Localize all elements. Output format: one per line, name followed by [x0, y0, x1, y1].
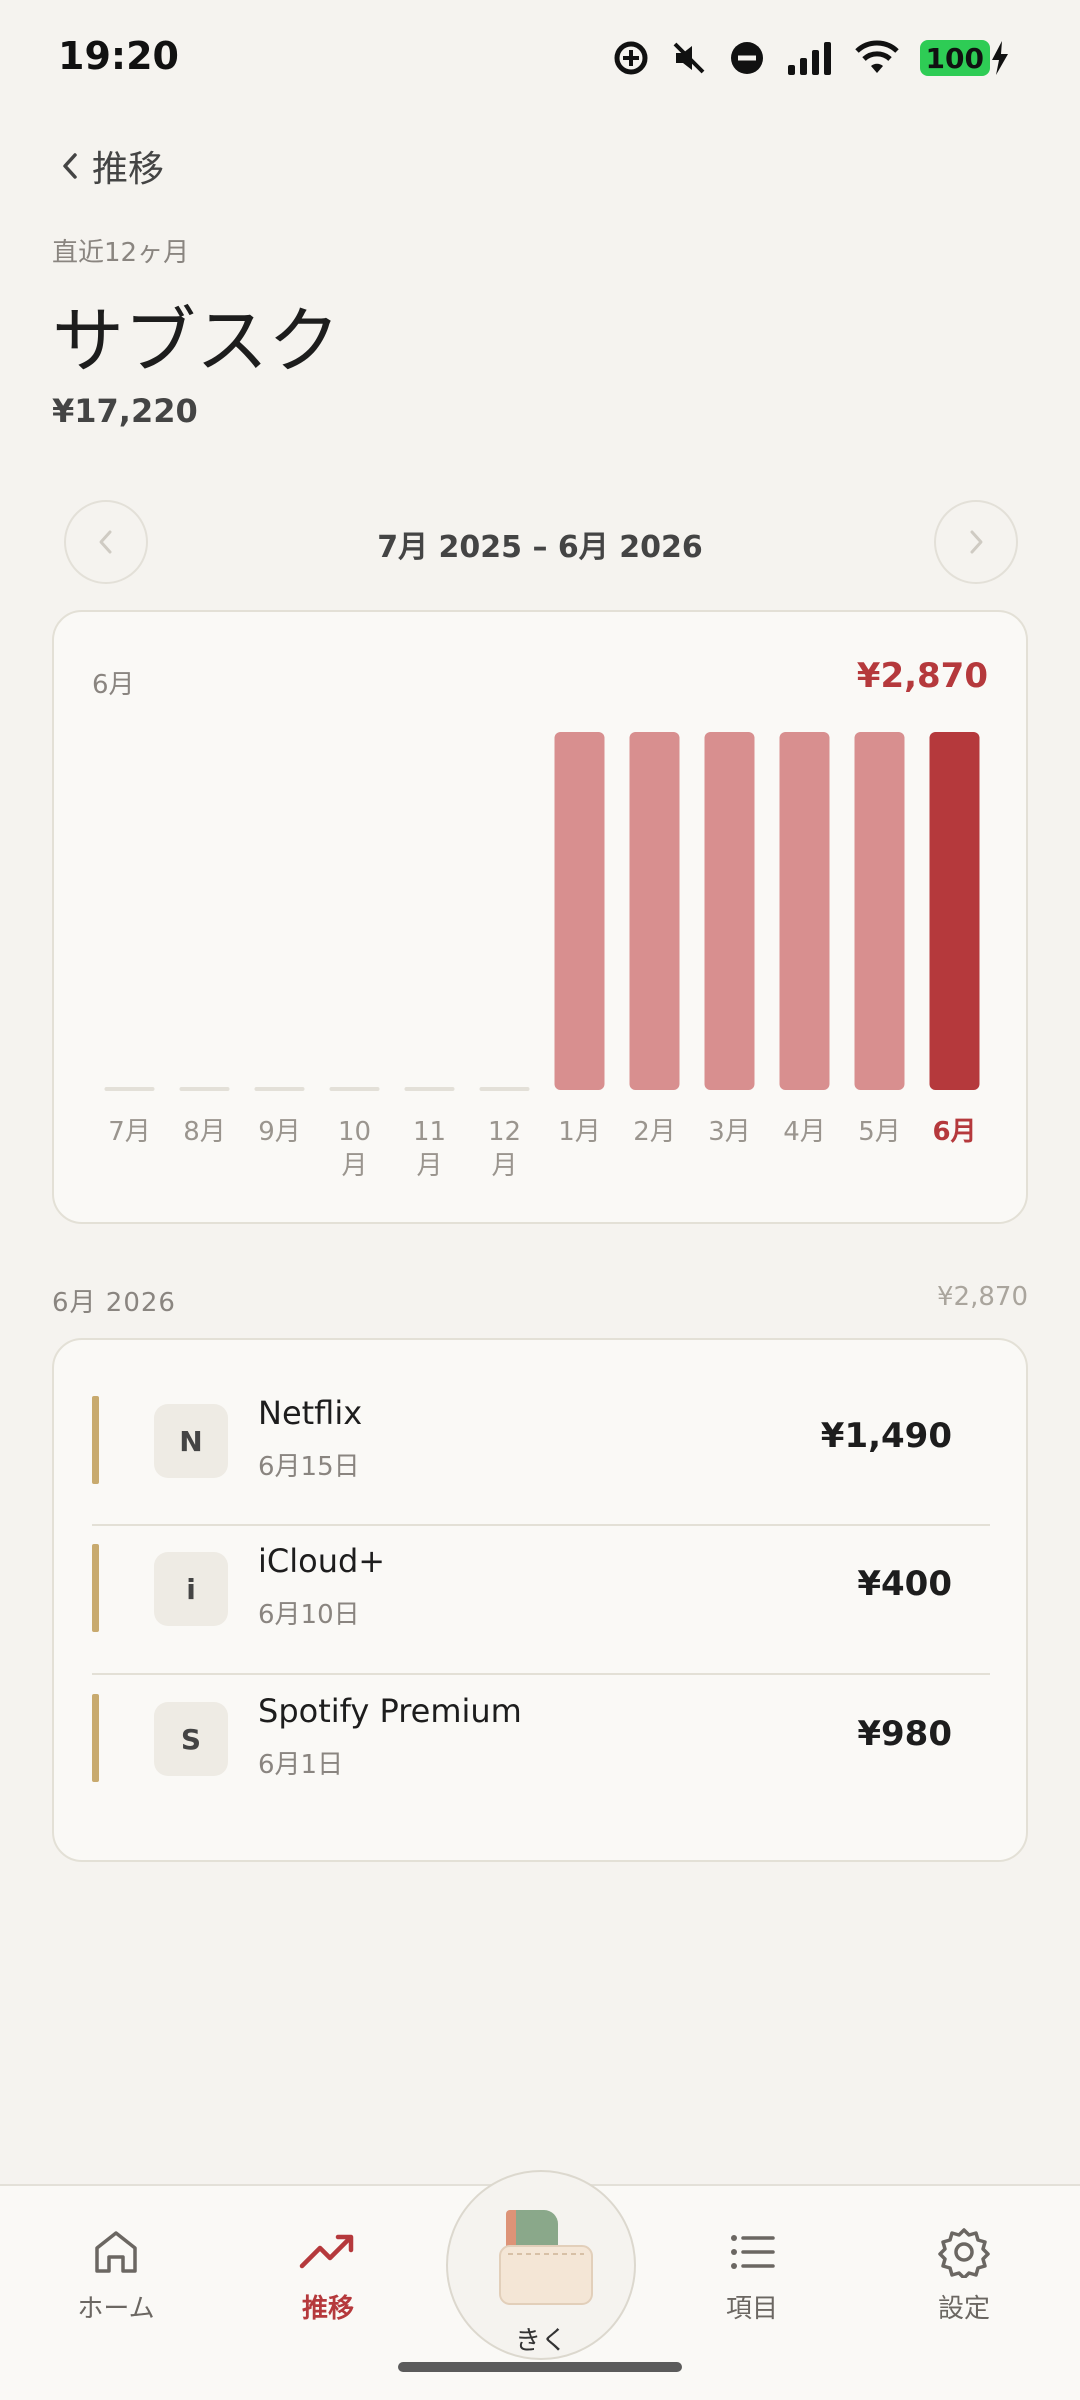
status-icons: 100 [612, 36, 1010, 80]
monthly-bar-chart: 7月 8月 9月 10 月 11 月 12 月 1月 2月 3月 4月 5月 6月 [104, 732, 980, 1181]
tab-home[interactable]: ホーム [36, 2226, 196, 2325]
chart-bar[interactable] [704, 732, 755, 1090]
back-label: 推移 [92, 149, 165, 190]
center-action-button[interactable]: きく [446, 2170, 636, 2360]
item-accent-bar [92, 1694, 99, 1782]
back-button[interactable]: 推移 [58, 140, 164, 192]
item-accent-bar [92, 1544, 99, 1632]
chart-bar[interactable] [479, 1087, 530, 1091]
chart-bar[interactable] [404, 1087, 455, 1091]
gear-icon [938, 2228, 990, 2278]
item-date: 6月10日 [258, 1600, 360, 1630]
page-title: サブスク [52, 299, 341, 383]
item-name: Netflix [258, 1394, 363, 1432]
chart-bar[interactable] [854, 732, 905, 1090]
mute-icon [673, 42, 704, 74]
item-name: iCloud+ [258, 1542, 386, 1580]
chevron-left-icon [63, 153, 77, 179]
chart-bar[interactable] [179, 1087, 230, 1091]
tab-settings-label: 設定 [937, 2294, 990, 2324]
chart-tick-label: 11 月 [413, 1117, 446, 1181]
chart-tick-label: 3月 [708, 1117, 751, 1147]
section-total: ¥2,870 [937, 1282, 1028, 1312]
tab-home-label: ホーム [77, 2294, 155, 2324]
item-date: 6月1日 [258, 1750, 344, 1780]
chart-tick-label: 6月 [932, 1117, 976, 1147]
tab-trend-label: 推移 [301, 2294, 354, 2324]
item-amount: ¥400 [857, 1564, 952, 1604]
chart-tick-label: 12 月 [488, 1117, 521, 1181]
signal-icon [787, 42, 831, 75]
chart-tick-label: 1月 [558, 1117, 601, 1147]
status-bar: 19:20 100 [0, 0, 1080, 120]
chevron-right-icon [970, 530, 983, 554]
item-name: Spotify Premium [258, 1692, 522, 1730]
data-saver-icon [614, 41, 648, 75]
status-time: 19:20 [58, 34, 179, 78]
range-label: 7月 2025 – 6月 2026 [377, 530, 703, 565]
chart-bar[interactable] [929, 732, 980, 1090]
chart-card: 6月 ¥2,870 7月 8月 9月 10 月 11 月 12 月 1月 2月 3月 4月 5月 6月 [52, 610, 1028, 1224]
chart-bar[interactable] [779, 732, 830, 1090]
chart-tick-label: 7月 [108, 1117, 151, 1147]
item-accent-bar [92, 1396, 99, 1484]
period-subtitle: 直近12ヶ月 [52, 238, 190, 268]
item-avatar: i [154, 1552, 228, 1626]
chart-tick-label: 2月 [633, 1117, 676, 1147]
tab-items-label: 項目 [725, 2294, 778, 2324]
item-avatar: S [154, 1702, 228, 1776]
wallet-icon [499, 2210, 593, 2305]
chart-bar[interactable] [104, 1087, 155, 1091]
chart-tick-label: 5月 [858, 1117, 901, 1147]
charging-icon [992, 41, 1008, 75]
list-item[interactable]: S Spotify Premium 6月1日 ¥980 [92, 1664, 990, 1812]
list-item[interactable]: i iCloud+ 6月10日 ¥400 [92, 1514, 990, 1662]
next-range-button[interactable] [934, 500, 1018, 584]
chart-bar[interactable] [329, 1087, 380, 1091]
tab-settings[interactable]: 設定 [884, 2226, 1044, 2325]
tab-trend[interactable]: 推移 [248, 2226, 408, 2325]
do-not-disturb-icon [730, 42, 763, 74]
center-action-label: きく [514, 2326, 567, 2356]
tab-items[interactable]: 項目 [672, 2226, 832, 2325]
list-icon [731, 2235, 775, 2269]
item-amount: ¥1,490 [820, 1416, 952, 1456]
item-date: 6月15日 [258, 1452, 360, 1482]
total-amount: ¥17,220 [52, 392, 198, 430]
section-month-label: 6月 2026 [52, 1288, 176, 1318]
chart-bar[interactable] [554, 732, 605, 1090]
wifi-icon [854, 40, 899, 73]
chart-tick-label: 9月 [258, 1117, 301, 1147]
chart-tick-label: 10 月 [338, 1117, 371, 1181]
subscription-list: N Netflix 6月15日 ¥1,490 i iCloud+ 6月10日 ¥… [52, 1338, 1028, 1862]
home-indicator [398, 2362, 682, 2372]
battery-level: 100 [919, 40, 990, 76]
item-avatar: N [154, 1404, 228, 1478]
chart-tick-label: 4月 [783, 1117, 826, 1147]
trending-up-icon [299, 2234, 354, 2269]
home-icon [95, 2231, 137, 2273]
battery-indicator: 100 [919, 40, 1010, 76]
chart-tick-label: 8月 [183, 1117, 226, 1147]
list-item[interactable]: N Netflix 6月15日 ¥1,490 [92, 1366, 990, 1514]
item-amount: ¥980 [857, 1714, 952, 1754]
chart-bar[interactable] [254, 1087, 305, 1091]
chart-bar[interactable] [629, 732, 680, 1090]
